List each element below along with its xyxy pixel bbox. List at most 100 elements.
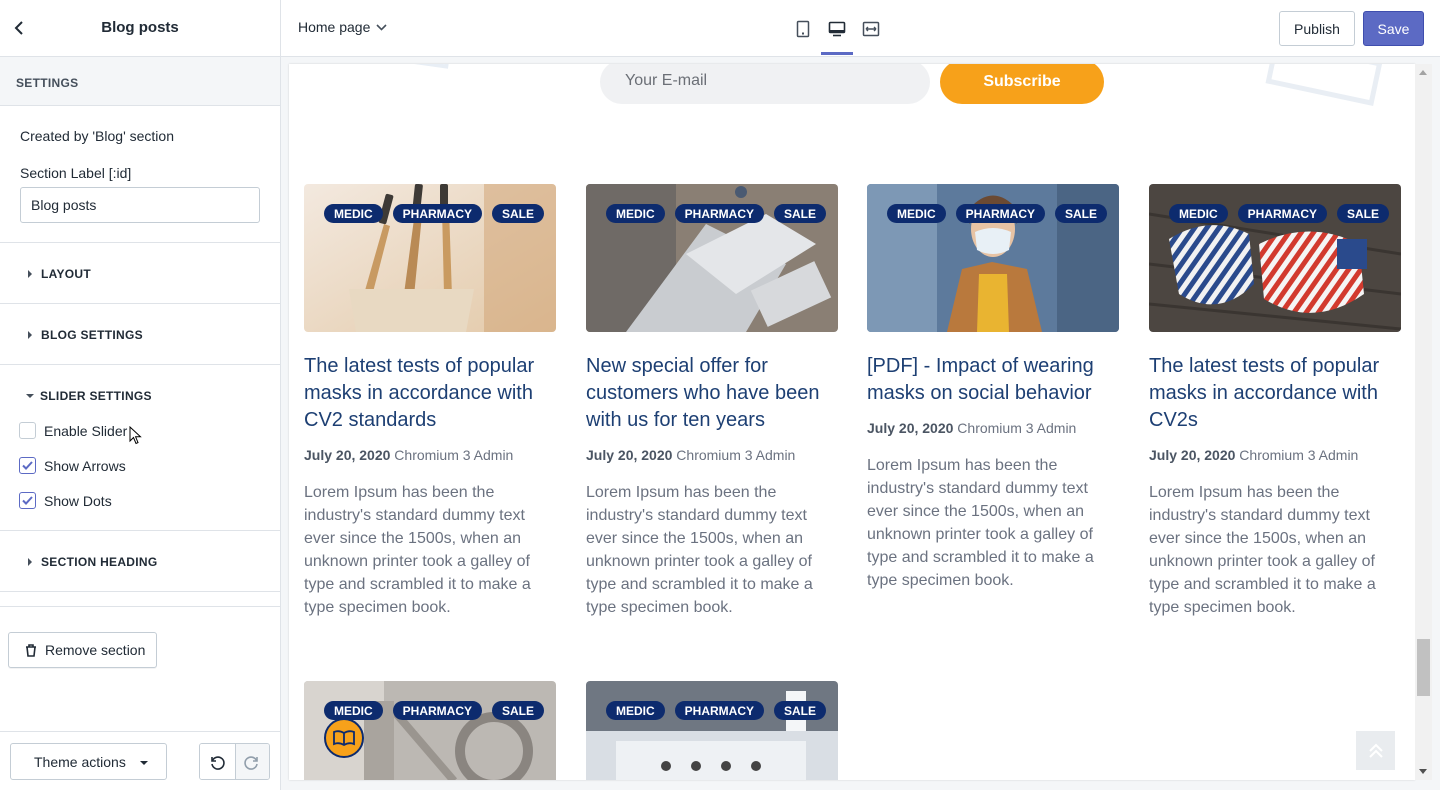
post-author: Chromium 3 Admin <box>676 447 796 463</box>
remove-section-button[interactable]: Remove section <box>8 632 157 668</box>
tag-pharmacy[interactable]: PHARMACY <box>392 701 483 720</box>
preview-scrollbar[interactable] <box>1415 64 1432 780</box>
scroll-down-arrow-icon[interactable] <box>1419 769 1427 774</box>
tag-pharmacy[interactable]: PHARMACY <box>1237 204 1328 223</box>
post-tags: MEDIC PHARMACY SALE <box>1169 204 1399 223</box>
sidebar-header: Blog posts <box>0 0 280 57</box>
section-heading-toggle[interactable]: SECTION HEADING <box>0 531 280 592</box>
post-author: Chromium 3 Admin <box>394 447 514 463</box>
tag-sale[interactable]: SALE <box>774 204 827 223</box>
slider-settings-label: SLIDER SETTINGS <box>40 389 152 403</box>
publish-button[interactable]: Publish <box>1279 11 1355 46</box>
device-switcher <box>786 14 888 55</box>
sidebar-title: Blog posts <box>101 19 179 36</box>
show-arrows-label: Show Arrows <box>44 457 126 474</box>
section-label-title: Section Label [:id] <box>20 165 132 181</box>
post-meta: July 20, 2020 Chromium 3 Admin <box>586 447 838 463</box>
tag-medic[interactable]: MEDIC <box>324 204 383 223</box>
post-title[interactable]: New special offer for customers who have… <box>586 353 838 434</box>
tag-pharmacy[interactable]: PHARMACY <box>674 701 765 720</box>
undo-button[interactable] <box>200 744 235 779</box>
save-button[interactable]: Save <box>1363 11 1424 46</box>
enable-slider-checkbox[interactable] <box>19 422 36 439</box>
tag-medic[interactable]: MEDIC <box>606 701 665 720</box>
page-selector[interactable]: Home page <box>298 19 387 35</box>
tag-pharmacy[interactable]: PHARMACY <box>392 204 483 223</box>
slider-settings-toggle[interactable]: SLIDER SETTINGS <box>0 365 280 413</box>
tag-pharmacy[interactable]: PHARMACY <box>674 204 765 223</box>
post-image[interactable]: MEDIC PHARMACY SALE <box>867 184 1119 332</box>
blog-post-card[interactable]: MEDIC PHARMACY SALE The latest tests of … <box>1149 184 1401 619</box>
post-image[interactable]: MEDIC PHARMACY SALE <box>1149 184 1401 332</box>
post-date: July 20, 2020 <box>867 420 954 436</box>
post-author: Chromium 3 Admin <box>1239 447 1359 463</box>
post-date: July 20, 2020 <box>1149 447 1236 463</box>
tag-sale[interactable]: SALE <box>492 204 545 223</box>
blog-post-card[interactable]: MEDIC PHARMACY SALE The latest tests of … <box>304 184 556 619</box>
scrollbar-thumb[interactable] <box>1417 639 1430 696</box>
tag-medic[interactable]: MEDIC <box>887 204 946 223</box>
show-arrows-checkbox[interactable] <box>19 457 36 474</box>
blog-post-card[interactable]: MEDIC PHARMACY SALE [PDF] - Impact of we… <box>867 184 1119 592</box>
slider-settings-panel: SLIDER SETTINGS Enable Slider Show Arrow… <box>0 365 280 531</box>
mobile-icon <box>796 20 810 38</box>
page-selector-label: Home page <box>298 19 371 35</box>
post-title[interactable]: [PDF] - Impact of wearing masks on socia… <box>867 353 1119 407</box>
redo-button[interactable] <box>234 744 269 779</box>
chevron-down-icon <box>376 23 387 31</box>
post-image[interactable]: MEDIC PHARMACY SALE <box>586 184 838 332</box>
show-dots-label: Show Dots <box>44 492 112 509</box>
section-label-input[interactable] <box>20 187 260 223</box>
tag-sale[interactable]: SALE <box>492 701 545 720</box>
post-excerpt: Lorem Ipsum has been the industry's stan… <box>304 484 531 616</box>
post-date: July 20, 2020 <box>586 447 673 463</box>
decorative-shape <box>1265 64 1383 106</box>
tag-medic[interactable]: MEDIC <box>1169 204 1228 223</box>
open-book-icon <box>333 730 355 747</box>
sidebar-footer: Theme actions <box>0 731 280 790</box>
laboratory-photo <box>586 681 838 780</box>
show-arrows-option[interactable]: Show Arrows <box>0 448 280 483</box>
layout-section-toggle[interactable]: LAYOUT <box>0 243 280 304</box>
back-to-top-button[interactable] <box>1356 731 1395 770</box>
redo-icon <box>244 755 259 770</box>
blog-settings-section-toggle[interactable]: BLOG SETTINGS <box>0 304 280 365</box>
mobile-view-button[interactable] <box>786 14 820 44</box>
settings-heading: SETTINGS <box>0 57 280 106</box>
caret-down-icon <box>139 761 148 765</box>
fullwidth-view-button[interactable] <box>854 14 888 44</box>
post-title[interactable]: The latest tests of popular masks in acc… <box>304 353 556 434</box>
tag-medic[interactable]: MEDIC <box>606 204 665 223</box>
section-info: Created by 'Blog' section Section Label … <box>0 106 280 243</box>
show-dots-option[interactable]: Show Dots <box>0 483 280 518</box>
blog-post-card[interactable]: MEDIC PHARMACY SALE <box>304 681 556 780</box>
post-image[interactable]: MEDIC PHARMACY SALE <box>304 681 556 780</box>
tag-sale[interactable]: SALE <box>1055 204 1108 223</box>
created-by-text: Created by 'Blog' section <box>20 128 174 144</box>
checkmark-icon <box>22 461 33 470</box>
blog-post-card[interactable]: MEDIC PHARMACY SALE New special offer fo… <box>586 184 838 619</box>
post-image[interactable]: MEDIC PHARMACY SALE <box>586 681 838 780</box>
post-excerpt: Lorem Ipsum has been the industry's stan… <box>1149 484 1376 616</box>
tag-sale[interactable]: SALE <box>1337 204 1390 223</box>
post-title[interactable]: The latest tests of popular masks in acc… <box>1149 353 1401 434</box>
enable-slider-label: Enable Slider <box>44 422 128 439</box>
subscribe-button[interactable]: Subscribe <box>940 64 1104 104</box>
tag-pharmacy[interactable]: PHARMACY <box>955 204 1046 223</box>
desktop-view-button[interactable] <box>820 14 854 55</box>
book-badge[interactable] <box>324 718 364 758</box>
theme-actions-button[interactable]: Theme actions <box>10 743 167 780</box>
tag-medic[interactable]: MEDIC <box>324 701 383 720</box>
double-chevron-up-icon <box>1368 743 1383 758</box>
tag-sale[interactable]: SALE <box>774 701 827 720</box>
editor-sidebar: Blog posts SETTINGS Created by 'Blog' se… <box>0 0 281 790</box>
scroll-up-arrow-icon[interactable] <box>1419 70 1427 75</box>
blog-post-card[interactable]: MEDIC PHARMACY SALE <box>586 681 838 780</box>
desktop-icon <box>828 21 846 37</box>
blog-settings-label: BLOG SETTINGS <box>41 328 143 342</box>
newsletter-email-input[interactable]: Your E-mail <box>600 64 930 104</box>
remove-section-label: Remove section <box>45 642 146 658</box>
show-dots-checkbox[interactable] <box>19 492 36 509</box>
post-image[interactable]: MEDIC PHARMACY SALE <box>304 184 556 332</box>
post-tags: MEDIC PHARMACY SALE <box>887 204 1117 223</box>
